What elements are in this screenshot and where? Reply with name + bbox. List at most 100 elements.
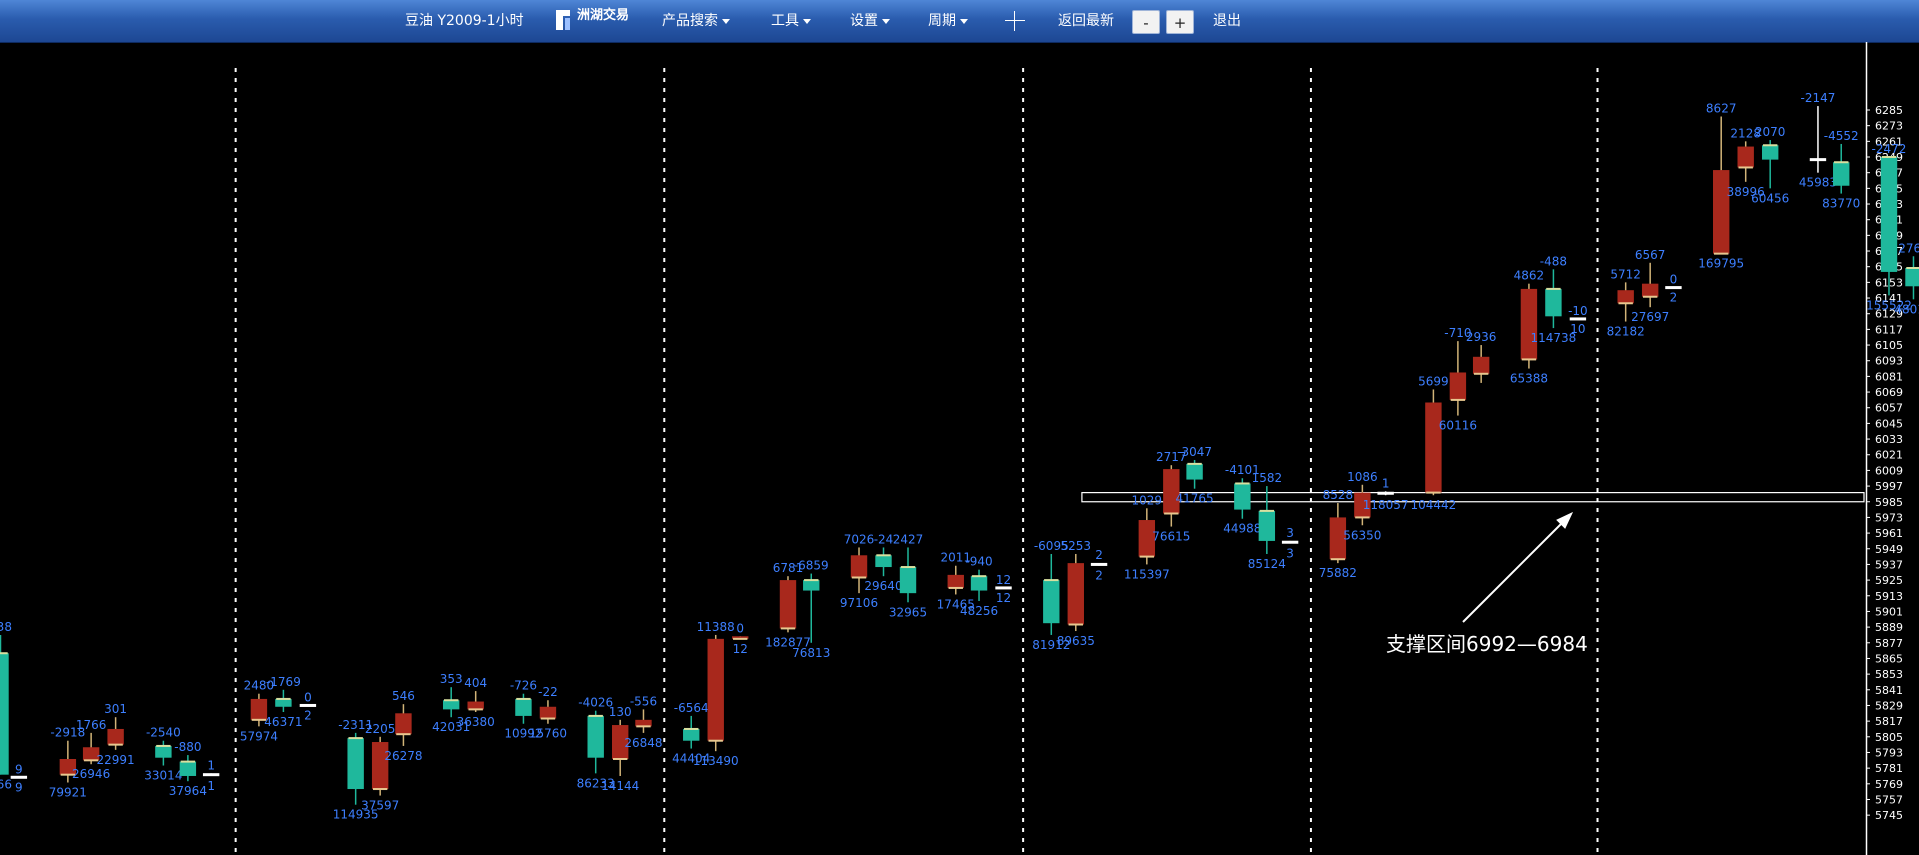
candle-body xyxy=(970,576,988,591)
candle-open-marker xyxy=(1738,166,1753,169)
price-tick-label: 5817 xyxy=(1875,715,1903,728)
candle-bottom-label: 36380 xyxy=(457,715,495,729)
candle-bottom-label: 266 xyxy=(0,778,12,792)
price-tick-label: 5901 xyxy=(1875,605,1903,618)
candle-body xyxy=(467,701,484,710)
candle-open-marker xyxy=(1044,579,1059,582)
candle-top-label: 5253 xyxy=(1061,539,1092,553)
price-tick-label: 5961 xyxy=(1875,527,1903,540)
candle-body xyxy=(1880,157,1898,272)
price-tick-label: 6045 xyxy=(1875,417,1903,430)
zoom-in-button[interactable]: + xyxy=(1166,10,1194,34)
candlestick-chart[interactable]: 6285627362616249623762256213620161896177… xyxy=(0,42,1919,855)
candle-open-marker xyxy=(733,637,748,640)
candle-top-label: 1086 xyxy=(1347,470,1378,484)
candle-bottom-label: 169795 xyxy=(1698,257,1744,271)
price-tick-label: 6105 xyxy=(1875,339,1903,352)
candle-bottom-label: 60456 xyxy=(1751,191,1789,205)
candle-open-marker xyxy=(1426,491,1441,494)
crosshair-icon[interactable] xyxy=(1005,11,1025,31)
candle-bottom-label: 26946 xyxy=(72,767,110,781)
menu-tools-label: 工具 xyxy=(771,13,799,29)
price-tick-label: 5937 xyxy=(1875,558,1903,571)
chevron-down-icon xyxy=(722,18,730,24)
price-tick-label: 5889 xyxy=(1875,621,1903,634)
price-tick-label: 5757 xyxy=(1875,793,1903,806)
candle-bottom-label: 97106 xyxy=(840,596,878,610)
candle-bottom-label: 118057 xyxy=(1363,498,1409,512)
candle-top-label: 2764 xyxy=(1898,241,1919,255)
chart-title: 豆油 Y2009-1小时 xyxy=(405,13,524,29)
price-tick-label: 5985 xyxy=(1875,496,1903,509)
candle-open-marker xyxy=(1834,161,1849,164)
back-to-latest-button[interactable]: 返回最新 xyxy=(1058,0,1114,42)
candle-open-marker xyxy=(276,697,291,700)
candle-body xyxy=(1472,356,1490,374)
candle-top-label: 2427 xyxy=(893,532,924,546)
candle-body xyxy=(899,567,917,594)
candle-body xyxy=(1641,283,1659,297)
candle-body xyxy=(1425,402,1442,493)
candle-bottom-label: 37597 xyxy=(361,799,399,813)
candle-bottom-label: 45983 xyxy=(1799,176,1837,190)
candle-doji xyxy=(1377,491,1394,495)
candle-open-marker xyxy=(1618,302,1633,305)
candle-open-marker xyxy=(612,757,628,760)
menu-settings[interactable]: 设置 xyxy=(850,0,890,42)
zoom-out-button[interactable]: - xyxy=(1132,10,1160,34)
candle-bottom-label: 65388 xyxy=(1510,372,1548,386)
candle-doji xyxy=(1281,540,1299,544)
candle-top-label: 7026 xyxy=(844,532,875,546)
candle-top-label: 1 xyxy=(207,758,215,772)
candle-top-label: 9 xyxy=(15,762,23,776)
candle-bottom-label: 22991 xyxy=(97,753,135,767)
candle-bottom-label: 10 xyxy=(1570,322,1585,336)
candle-bottom-label: 12 xyxy=(733,642,748,656)
price-tick-label: 5841 xyxy=(1875,684,1903,697)
candle-open-marker xyxy=(900,566,916,569)
candle-bottom-label: 113490 xyxy=(693,754,739,768)
candle-top-label: -2147 xyxy=(1801,91,1836,105)
candle-top-label: 4862 xyxy=(1514,269,1545,283)
price-tick-label: 5877 xyxy=(1875,637,1903,650)
candle-body xyxy=(1186,463,1203,480)
price-tick-label: 5949 xyxy=(1875,543,1903,556)
candle-bottom-label: 82182 xyxy=(1607,325,1645,339)
chevron-down-icon xyxy=(960,18,968,24)
candle-open-marker xyxy=(876,554,891,557)
menu-product-search[interactable]: 产品搜索 xyxy=(662,0,730,42)
price-tick-label: 5913 xyxy=(1875,590,1903,603)
candle-open-marker xyxy=(180,760,196,763)
candle-body xyxy=(779,580,797,629)
candle-open-marker xyxy=(1546,287,1561,290)
menu-tools[interactable]: 工具 xyxy=(771,0,811,42)
candle-open-marker xyxy=(1521,358,1537,361)
candle-top-label: 5699 xyxy=(1418,374,1449,388)
candle-top-label: -2472 xyxy=(1872,142,1907,156)
candle-body xyxy=(683,728,700,741)
chevron-down-icon xyxy=(882,18,890,24)
candle-bottom-label: 3 xyxy=(1286,547,1294,561)
menu-period[interactable]: 周期 xyxy=(928,0,968,42)
candle-top-label: 1766 xyxy=(76,718,107,732)
menu-settings-label: 设置 xyxy=(850,13,878,29)
exit-button[interactable]: 退出 xyxy=(1213,0,1241,42)
candle-open-marker xyxy=(1450,398,1466,401)
price-tick-label: 6069 xyxy=(1875,386,1903,399)
price-tick-label: 6081 xyxy=(1875,370,1903,383)
candle-top-label: -940 xyxy=(965,555,992,569)
candle-bottom-label: 56350 xyxy=(1343,528,1381,542)
logo-icon xyxy=(556,10,570,30)
candle-open-marker xyxy=(1139,555,1155,558)
candle-body xyxy=(1520,288,1538,360)
top-toolbar: 豆油 Y2009-1小时 洲湖交易 产品搜索 工具 设置 周期 返回最新 - +… xyxy=(0,0,1919,43)
candle-bottom-label: 79921 xyxy=(49,786,87,800)
candle-open-marker xyxy=(1355,516,1370,519)
candle-top-label: -22 xyxy=(538,685,558,699)
candle-open-marker xyxy=(1187,462,1202,465)
candle-body xyxy=(1905,268,1919,287)
candle-bottom-label: 15760 xyxy=(529,727,567,741)
price-tick-label: 5769 xyxy=(1875,778,1903,791)
candle-open-marker xyxy=(1762,144,1778,147)
candle-body xyxy=(1258,510,1276,541)
